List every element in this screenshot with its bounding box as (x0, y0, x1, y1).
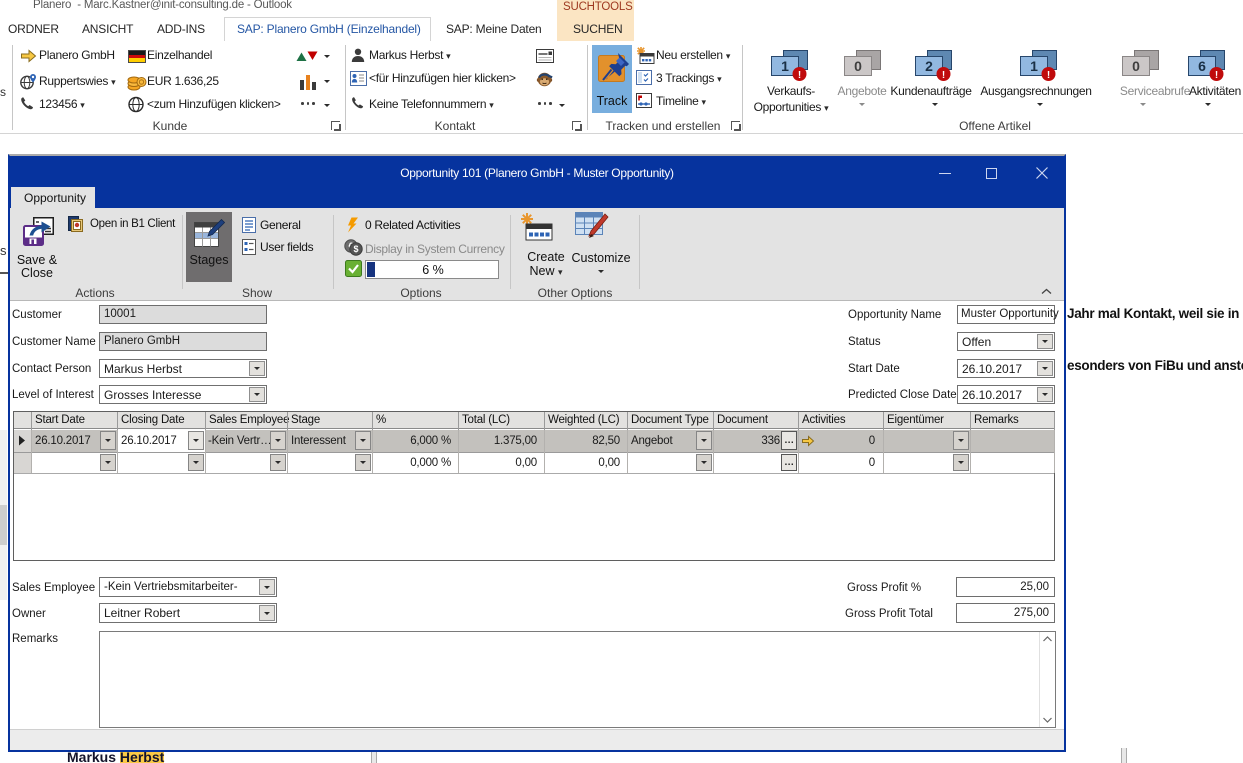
svg-text:0: 0 (1132, 58, 1140, 74)
svg-text:!: ! (798, 70, 801, 81)
svg-text:!: ! (942, 70, 945, 81)
svg-text:$: $ (353, 244, 358, 254)
svg-text:2: 2 (925, 58, 933, 74)
svg-text:1: 1 (781, 58, 789, 74)
svg-text:1: 1 (1030, 58, 1038, 74)
svg-text:!: ! (1047, 70, 1050, 81)
svg-text:0: 0 (854, 58, 862, 74)
svg-text:6: 6 (1198, 58, 1206, 74)
svg-text:!: ! (1215, 70, 1218, 81)
